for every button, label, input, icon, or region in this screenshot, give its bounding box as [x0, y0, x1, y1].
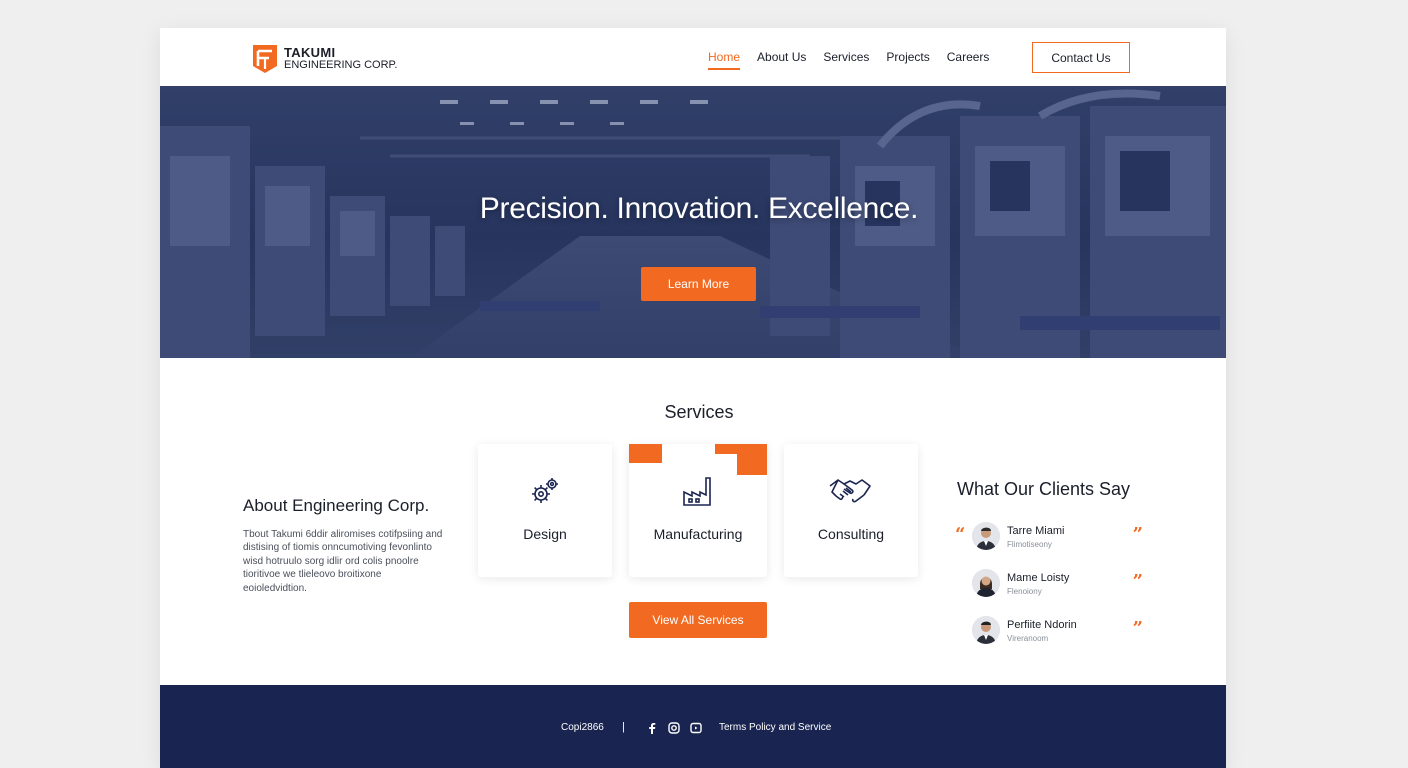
youtube-icon[interactable] [690, 722, 702, 734]
close-quote-icon: ” [1132, 618, 1143, 639]
nav-services[interactable]: Services [823, 50, 869, 64]
avatar [972, 522, 1000, 550]
footer-separator: | [622, 721, 625, 733]
services-heading: Services [664, 402, 734, 422]
service-card-label: Manufacturing [653, 526, 743, 542]
testimonial-item: “ Tarre Miami Flimotiseony ” [955, 522, 1145, 554]
main-nav: Home About Us Services Projects Careers [708, 50, 1006, 70]
service-card-label: Consulting [817, 526, 885, 542]
about-heading: About Engineering Corp. [243, 496, 430, 515]
close-quote-icon: ” [1132, 571, 1143, 592]
clients-heading: What Our Clients Say [957, 479, 1131, 499]
logo-subtitle: ENGINEERING CORP. [284, 59, 398, 71]
site-footer: Copi2866 | Terms Policy and Service [160, 685, 1226, 768]
avatar [972, 616, 1000, 644]
terms-link[interactable]: Terms Policy and Service [719, 722, 831, 733]
testimonial-role: Flimotiseony [1007, 540, 1052, 549]
testimonial-item: Mame Loisty Flenoiony ” [955, 569, 1145, 601]
testimonial-name: Mame Loisty [1007, 572, 1070, 584]
nav-home[interactable]: Home [708, 50, 741, 70]
hero-title: Precision. Innovation. Excellence. [479, 192, 919, 225]
testimonial-item: Perfiite Ndorin Vireranoom ” [955, 616, 1145, 648]
avatar [972, 569, 1000, 597]
nav-projects[interactable]: Projects [886, 50, 929, 64]
gears-icon [532, 478, 558, 503]
open-quote-icon: “ [955, 524, 966, 545]
about-description: Tbout Takumi 6ddir aliromises cotifpsiin… [243, 529, 443, 594]
testimonial-role: Vireranoom [1007, 634, 1049, 643]
card-accent [737, 444, 767, 475]
logo-name: TAKUMI [284, 45, 336, 60]
contact-us-button[interactable]: Contact Us [1032, 42, 1130, 73]
facebook-icon[interactable] [646, 722, 658, 734]
copyright-text: Copi2866 [561, 722, 604, 733]
nav-careers[interactable]: Careers [947, 50, 990, 64]
service-card-consulting[interactable]: Consulting [784, 444, 918, 577]
logo[interactable]: TAKUMI ENGINEERING CORP. [252, 44, 398, 74]
testimonial-name: Perfiite Ndorin [1007, 619, 1077, 631]
service-card-manufacturing[interactable]: Manufacturing [629, 444, 767, 577]
hero-banner: Precision. Innovation. Excellence. Learn… [160, 86, 1226, 358]
view-all-services-button[interactable]: View All Services [629, 602, 767, 638]
handshake-icon [829, 479, 871, 503]
service-card-design[interactable]: Design [478, 444, 612, 577]
service-card-label: Design [523, 526, 567, 542]
nav-about-us[interactable]: About Us [757, 50, 806, 64]
logo-mark-icon [253, 45, 277, 73]
page: TAKUMI ENGINEERING CORP. Home About Us S… [160, 28, 1226, 768]
learn-more-button[interactable]: Learn More [641, 267, 756, 301]
factory-icon [683, 477, 711, 506]
card-accent [715, 444, 737, 454]
card-accent [629, 444, 662, 463]
close-quote-icon: ” [1132, 524, 1143, 545]
testimonial-role: Flenoiony [1007, 587, 1042, 596]
instagram-icon[interactable] [668, 722, 680, 734]
site-header: TAKUMI ENGINEERING CORP. Home About Us S… [160, 28, 1226, 86]
testimonial-name: Tarre Miami [1007, 525, 1065, 537]
